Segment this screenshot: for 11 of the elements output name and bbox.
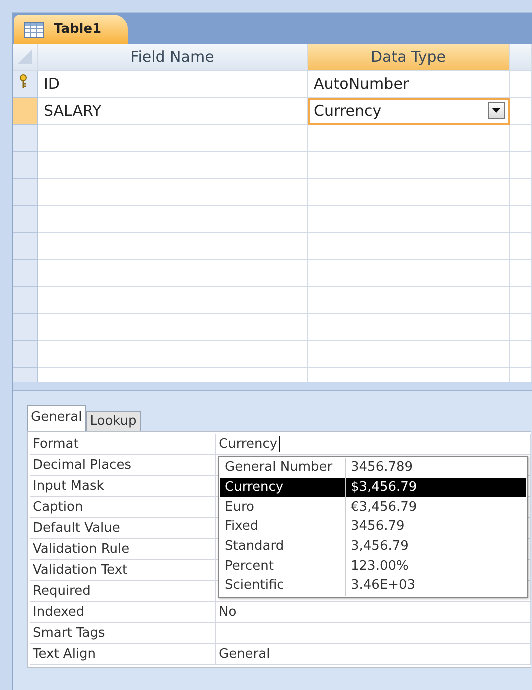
property-label: Indexed — [30, 602, 216, 623]
property-label: Validation Rule — [30, 539, 216, 560]
property-label: Caption — [30, 497, 216, 518]
property-label: Required — [30, 581, 216, 602]
property-label: Validation Text — [30, 560, 216, 581]
property-label: Input Mask — [30, 476, 216, 497]
property-label: Format — [30, 434, 216, 455]
property-label: Text Align — [30, 644, 216, 665]
property-label: Smart Tags — [30, 623, 216, 644]
property-label: Decimal Places — [30, 455, 216, 476]
property-label: Default Value — [30, 518, 216, 539]
